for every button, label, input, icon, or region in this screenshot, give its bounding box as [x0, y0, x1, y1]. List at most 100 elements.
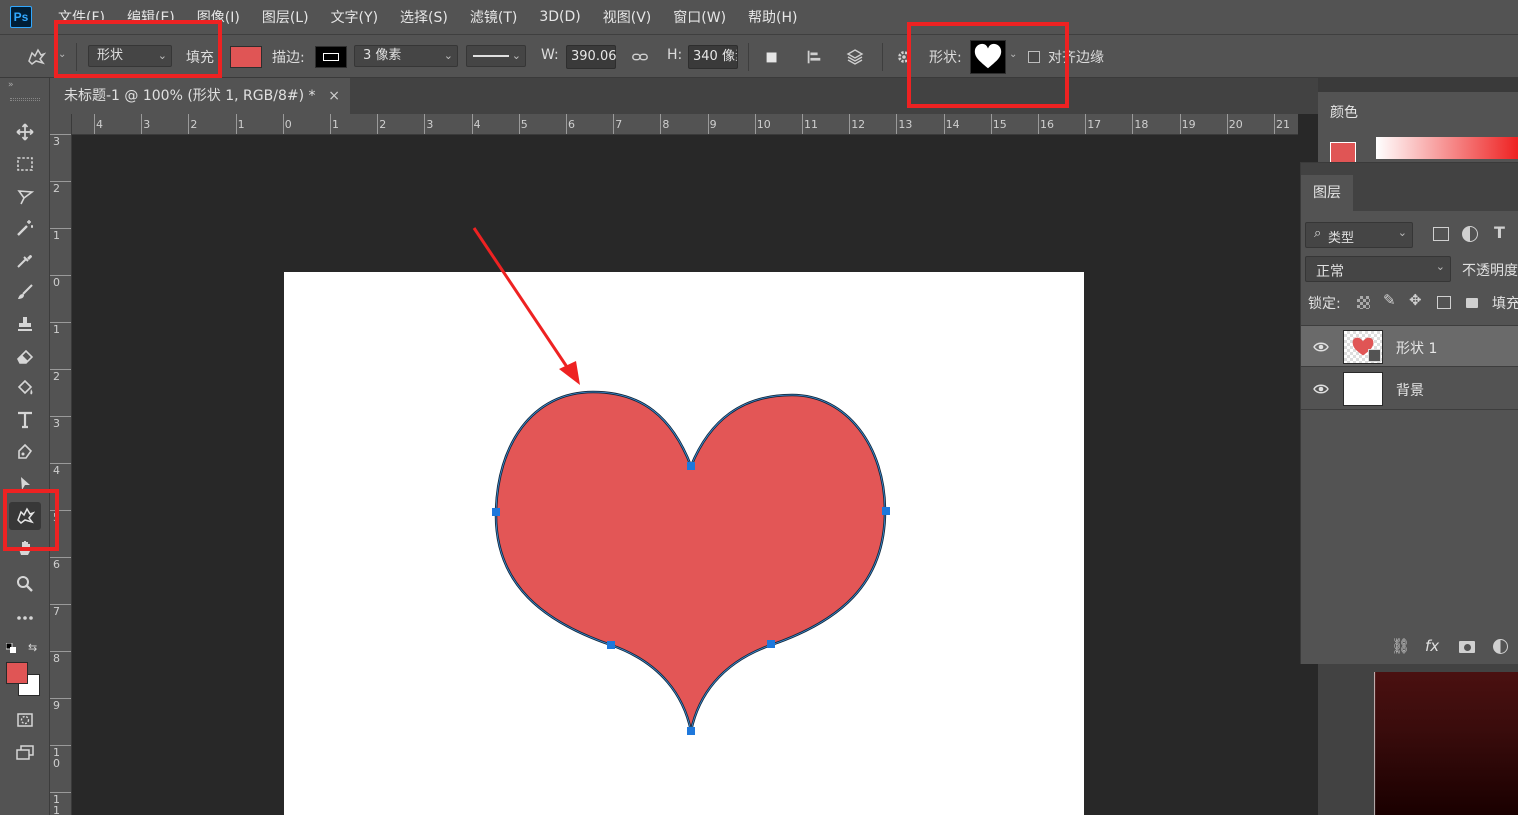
color-ramp[interactable]: [1376, 137, 1518, 159]
chevron-down-icon[interactable]: ⌄: [1009, 49, 1017, 60]
stroke-color-swatch[interactable]: [315, 46, 347, 68]
ruler-tick: [802, 114, 803, 134]
ruler-tick: [660, 114, 662, 134]
paint-bucket-tool-icon[interactable]: [9, 374, 41, 402]
menu-window[interactable]: 窗口(W): [673, 7, 726, 27]
layer-name[interactable]: 形状 1: [1396, 338, 1437, 358]
blend-mode-select[interactable]: 正常 ⌄: [1305, 256, 1451, 282]
lasso-tool-icon[interactable]: [9, 182, 41, 210]
type-tool-icon[interactable]: [9, 406, 41, 434]
layer-filter-select[interactable]: ⌕ 类型 ⌄: [1305, 222, 1413, 248]
menu-edit[interactable]: 编辑(E): [127, 7, 175, 27]
shape-picker[interactable]: [970, 40, 1006, 74]
adjustment-layer-icon[interactable]: [1493, 639, 1508, 654]
align-edges-checkbox[interactable]: [1028, 51, 1040, 63]
height-input[interactable]: 340 像素: [688, 45, 738, 69]
ruler-tick: [1226, 114, 1228, 134]
photoshop-logo[interactable]: Ps: [10, 6, 32, 28]
default-colors-icon[interactable]: [5, 642, 16, 653]
screen-mode-icon[interactable]: [9, 738, 41, 766]
stroke-style-select[interactable]: ⌄: [466, 45, 526, 67]
eye-icon[interactable]: [1313, 339, 1329, 355]
menu-view[interactable]: 视图(V): [603, 7, 652, 27]
layer-row[interactable]: 背景: [1301, 368, 1518, 410]
anchor-point[interactable]: [607, 641, 615, 649]
heart-shape[interactable]: [494, 390, 887, 732]
swap-colors-icon[interactable]: ⇆: [28, 641, 37, 654]
lock-artboard-icon[interactable]: [1437, 296, 1451, 309]
chevron-down-icon[interactable]: ⌄: [58, 49, 66, 60]
layer-name[interactable]: 背景: [1396, 380, 1424, 400]
anchor-point[interactable]: [687, 462, 695, 470]
eyedropper-tool-icon[interactable]: [9, 246, 41, 274]
filter-pixel-icon[interactable]: [1433, 227, 1449, 241]
layer-thumbnail: [1343, 372, 1383, 406]
color-tab[interactable]: 颜色: [1318, 92, 1372, 128]
lock-transparent-icon[interactable]: [1357, 296, 1370, 309]
move-tool-icon[interactable]: [9, 118, 41, 146]
menu-select[interactable]: 选择(S): [400, 7, 448, 27]
ruler-tick: [990, 114, 992, 134]
menu-help[interactable]: 帮助(H): [748, 7, 797, 27]
zoom-tool-icon[interactable]: [9, 570, 41, 598]
add-mask-icon[interactable]: [1459, 641, 1475, 653]
menu-filter[interactable]: 滤镜(T): [470, 7, 517, 27]
ruler-tick-label: 1: [53, 323, 60, 336]
stamp-tool-icon[interactable]: [9, 310, 41, 338]
anchor-point[interactable]: [687, 727, 695, 735]
layers-tab[interactable]: 图层: [1301, 175, 1353, 211]
ruler-tick: [471, 114, 473, 134]
eraser-tool-icon[interactable]: [9, 342, 41, 370]
vertical-ruler[interactable]: 32101234567891 01 1: [50, 114, 72, 815]
path-operations-icon[interactable]: [760, 45, 784, 69]
fill-color-swatch[interactable]: [230, 46, 262, 68]
brush-tool-icon[interactable]: [9, 278, 41, 306]
ruler-tick: [50, 369, 71, 370]
marquee-tool-icon[interactable]: [9, 150, 41, 178]
menu-file[interactable]: 文件(F): [58, 7, 105, 27]
link-layers-icon[interactable]: ⛓: [1391, 637, 1410, 655]
ruler-tick: [1132, 114, 1134, 134]
more-tools-icon[interactable]: [9, 604, 41, 632]
quick-mask-icon[interactable]: [9, 706, 41, 734]
annotation-arrowhead: [559, 361, 580, 385]
toolbar-grip[interactable]: [10, 98, 40, 101]
shape-layer-badge: [1368, 349, 1381, 362]
path-selection-tool-icon[interactable]: [9, 470, 41, 498]
color-panel-fg-swatch[interactable]: [1330, 142, 1356, 164]
close-icon[interactable]: ×: [328, 78, 340, 114]
gear-icon[interactable]: [892, 45, 916, 69]
lock-all-icon[interactable]: [1466, 298, 1478, 308]
custom-shape-tool-preset-icon[interactable]: [24, 45, 48, 69]
pen-tool-icon[interactable]: [9, 438, 41, 466]
menu-type[interactable]: 文字(Y): [331, 7, 378, 27]
color-picker-field[interactable]: [1374, 672, 1518, 815]
menu-layer[interactable]: 图层(L): [262, 7, 309, 27]
custom-shape-tool-icon[interactable]: [9, 502, 41, 530]
path-alignment-icon[interactable]: [802, 45, 826, 69]
collapse-icon[interactable]: »: [8, 80, 14, 90]
lock-position-icon[interactable]: ✥: [1409, 291, 1422, 309]
anchor-point[interactable]: [882, 507, 890, 515]
menu-3d[interactable]: 3D(D): [539, 9, 580, 25]
anchor-point[interactable]: [492, 508, 500, 516]
layer-row[interactable]: 形状 1: [1301, 325, 1518, 367]
canvas-workspace[interactable]: [72, 135, 1298, 815]
fx-icon[interactable]: fx: [1425, 637, 1439, 655]
horizontal-ruler[interactable]: 4 3 2 1 0 1 2 3 4 5 6 7 8 9 10 11 12 13 14 15 16 17 18 19 20 21: [72, 114, 1298, 135]
foreground-color-swatch[interactable]: [6, 662, 28, 684]
stroke-width-select[interactable]: 3 像素 ⌄: [354, 45, 458, 67]
width-input[interactable]: 390.06: [566, 45, 617, 69]
filter-adjustment-icon[interactable]: [1462, 226, 1478, 242]
filter-type-icon[interactable]: T: [1494, 223, 1505, 242]
lock-paint-icon[interactable]: ✎: [1383, 291, 1396, 309]
mode-select[interactable]: 形状 ⌄: [88, 45, 172, 67]
eye-icon[interactable]: [1313, 381, 1329, 397]
menu-image[interactable]: 图像(I): [197, 7, 240, 27]
path-arrangement-icon[interactable]: [843, 45, 867, 69]
document-tab[interactable]: 未标题-1 @ 100% (形状 1, RGB/8#) * ×: [50, 78, 350, 114]
magic-wand-tool-icon[interactable]: [9, 214, 41, 242]
hand-tool-icon[interactable]: [9, 534, 41, 562]
anchor-point[interactable]: [767, 640, 775, 648]
link-icon[interactable]: [628, 45, 652, 69]
